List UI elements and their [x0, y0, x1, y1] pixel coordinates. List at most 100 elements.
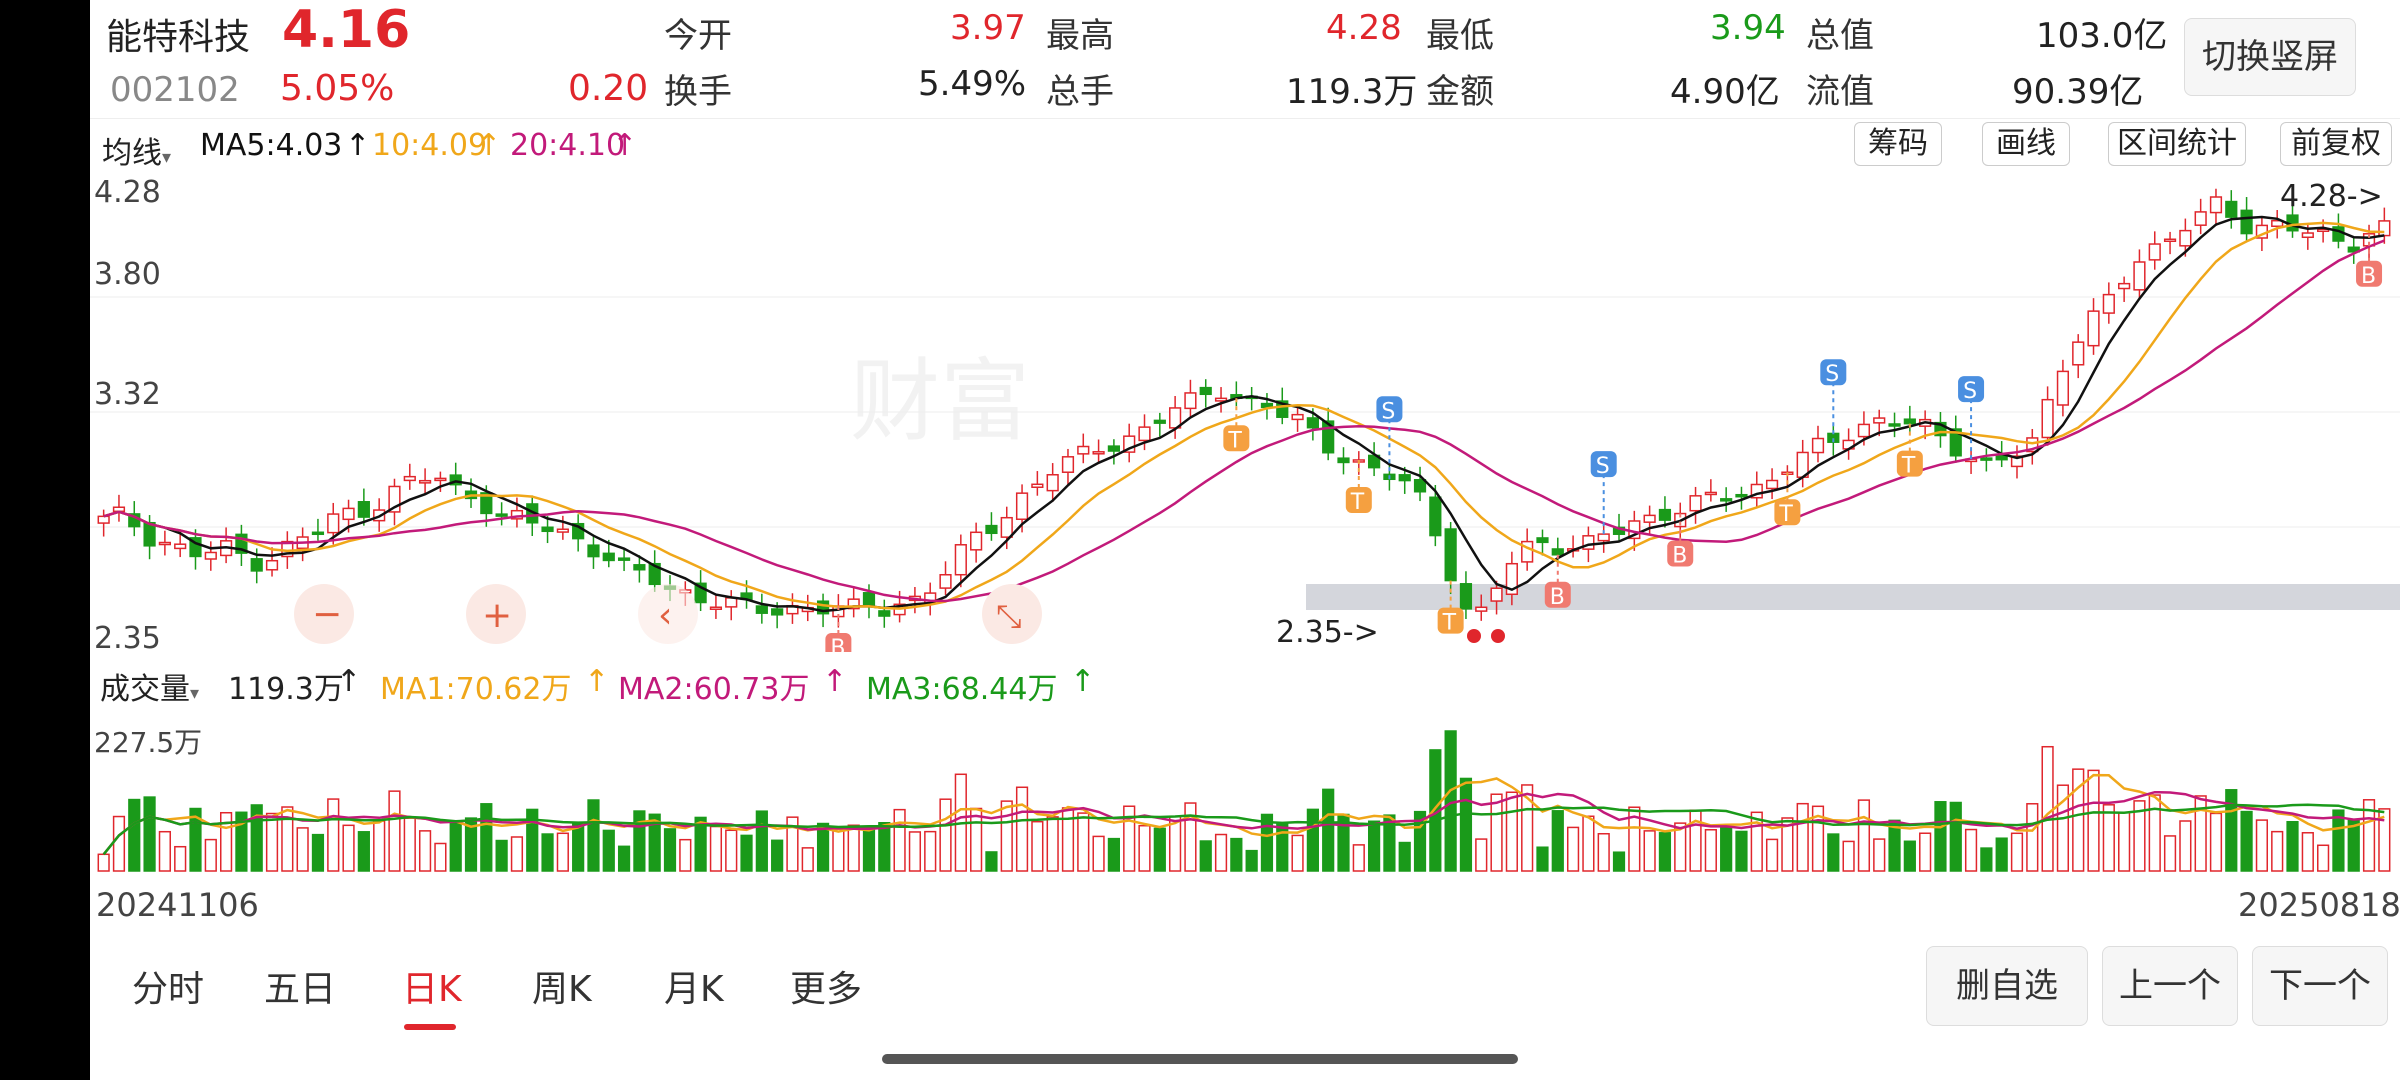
marker-letter: S — [1381, 399, 1395, 424]
marker-letter: T — [1778, 502, 1793, 527]
volume-bar — [1459, 777, 1473, 872]
candle-body — [2225, 200, 2238, 218]
candle-body — [1199, 386, 1212, 396]
range-stats-button[interactable]: 区间统计 — [2108, 122, 2246, 166]
candle-body — [357, 501, 370, 518]
volume-bar — [1919, 832, 1932, 872]
candle-body — [1643, 514, 1656, 523]
volume-bars-group — [97, 730, 2391, 872]
candle-body — [2194, 211, 2207, 226]
volume-chart[interactable]: 227.5万 — [90, 706, 2400, 876]
tab-weekly-k[interactable]: 周K — [532, 960, 592, 1012]
switch-portrait-button[interactable]: 切换竖屏 — [2184, 18, 2356, 96]
volume-bar — [388, 790, 401, 872]
marker-letter: S — [1596, 454, 1610, 479]
volume-bar — [2225, 789, 2238, 872]
candle-body — [1490, 587, 1503, 602]
event-dot-1[interactable] — [1467, 629, 1481, 643]
volume-bar — [204, 838, 217, 872]
volume-bar — [1153, 827, 1166, 872]
tab-intraday[interactable]: 分时 — [132, 960, 204, 1012]
ma20-label: 20:4.10 — [510, 128, 626, 163]
volume-bar — [663, 828, 677, 872]
vol-ma3: MA3:68.44万 — [866, 672, 1058, 707]
adjust-button[interactable]: 前复权 — [2280, 122, 2392, 166]
candle-body — [1597, 533, 1610, 542]
volume-selector[interactable]: 成交量▾ — [100, 664, 199, 708]
candle-body — [2118, 282, 2131, 290]
candle-body — [97, 515, 110, 524]
volume-bar — [219, 811, 233, 872]
volume-bar — [1015, 786, 1029, 872]
volume-bar — [2255, 819, 2269, 872]
next-stock-button[interactable]: 下一个 — [2252, 946, 2388, 1026]
volume-axis-max: 227.5万 — [94, 726, 202, 759]
tab-daily-k[interactable]: 日K — [402, 960, 462, 1012]
candle-body — [1704, 491, 1717, 496]
volume-bar — [1031, 820, 1044, 872]
candle-body — [1000, 516, 1013, 538]
amount-label: 金额 — [1426, 72, 1494, 112]
volume-bar — [510, 836, 524, 872]
volume-bar — [403, 817, 416, 872]
left-black-edge — [0, 0, 90, 1080]
candle-body — [2056, 370, 2070, 406]
remove-watchlist-button[interactable]: 删自选 — [1926, 946, 2088, 1026]
volume-bar — [1077, 812, 1090, 872]
candle-body — [2378, 220, 2391, 237]
scroll-left-button[interactable]: ‹ — [638, 584, 698, 644]
previous-stock-button[interactable]: 上一个 — [2102, 946, 2238, 1026]
candle-body — [985, 524, 998, 535]
zoom-out-button[interactable]: − — [294, 584, 354, 644]
vol-ma2: MA2:60.73万 — [618, 672, 810, 707]
marker-letter: T — [1901, 454, 1916, 479]
end-date: 20250818 — [2238, 886, 2400, 924]
volume-bar — [2102, 804, 2115, 872]
candle-body — [878, 610, 891, 617]
candle-body — [311, 531, 325, 536]
tab-more[interactable]: 更多 — [790, 960, 862, 1012]
candle-body — [1031, 483, 1044, 488]
candle-body — [1980, 457, 1993, 461]
volume-bar — [908, 831, 922, 872]
collapse-button[interactable]: ⤡ — [982, 584, 1042, 644]
candle-body — [633, 564, 646, 571]
zoom-in-button[interactable]: + — [466, 584, 526, 644]
candle-body — [158, 541, 171, 546]
tab-monthly-k[interactable]: 月K — [664, 960, 724, 1012]
tab-five-day[interactable]: 五日 — [264, 960, 336, 1012]
candle-body — [2102, 293, 2115, 314]
volume-current: 119.3万 — [228, 672, 344, 707]
kline-chart[interactable]: 财富 S S S S B B B B T T T T T 4.28 3.80 3.32 2.35 2.3… — [90, 172, 2400, 652]
chips-button[interactable]: 筹码 — [1854, 122, 1942, 166]
volume-bar — [1903, 840, 1916, 872]
draw-line-button[interactable]: 画线 — [1982, 122, 2070, 166]
stock-app: 能特科技 4.16 002102 5.05% 0.20 今开 3.97 最高 4… — [90, 0, 2400, 1080]
event-dot-2[interactable] — [1491, 629, 1505, 643]
marker-letter: B — [1672, 544, 1687, 569]
candle-body — [403, 475, 416, 482]
volume-bar — [1934, 801, 1947, 872]
volume-bar — [771, 839, 784, 872]
volume-bar — [1566, 826, 1580, 872]
volume-bar — [2179, 820, 2192, 872]
ma-selector[interactable]: 均线▾ — [102, 128, 171, 172]
candle-body — [1735, 493, 1748, 498]
home-indicator[interactable] — [882, 1054, 1518, 1064]
candle-body — [2179, 229, 2192, 247]
candle-body — [1214, 397, 1228, 402]
volume-bar — [1199, 840, 1212, 872]
volume-bar — [1352, 844, 1365, 872]
turnover-label: 换手 — [664, 72, 732, 112]
watermark-text: 财富 — [850, 349, 1030, 454]
volume-bar — [1796, 802, 1809, 872]
volume-bar — [602, 829, 615, 872]
high-label: 最高 — [1046, 16, 1114, 56]
candle-body — [1459, 583, 1473, 610]
volume-bar — [1291, 834, 1304, 872]
volume-bar — [1551, 810, 1564, 872]
candle-body — [1077, 445, 1090, 455]
candle-body — [327, 513, 340, 534]
volume-bar — [847, 824, 860, 872]
volume-bar — [1582, 815, 1595, 872]
